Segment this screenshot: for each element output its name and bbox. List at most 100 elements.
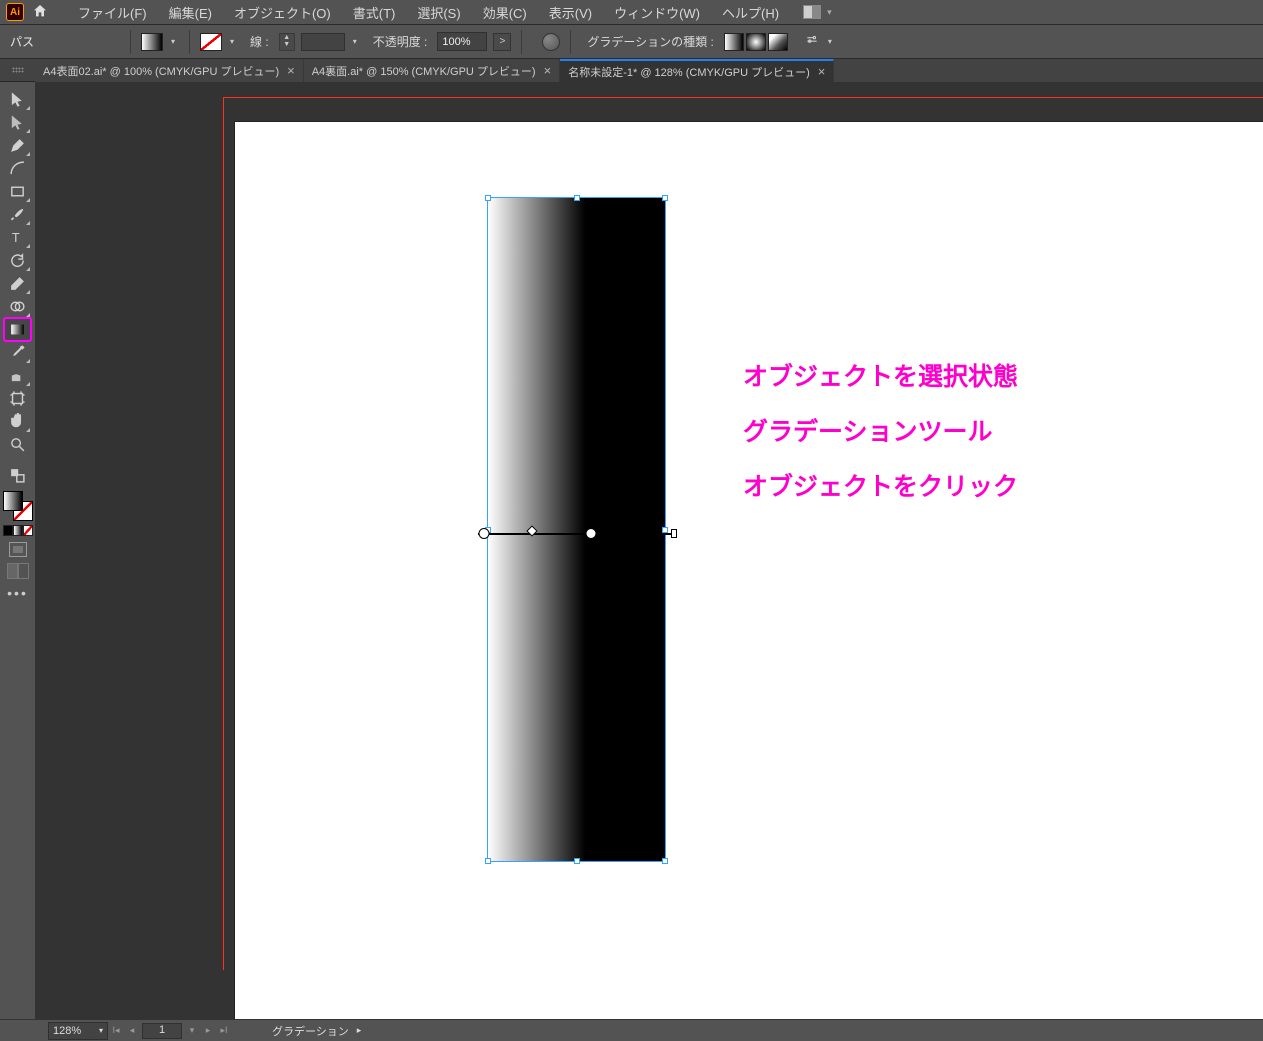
gradient-freeform-button[interactable] — [768, 33, 788, 51]
eyedropper-tool[interactable] — [4, 341, 31, 364]
menu-type[interactable]: 書式(T) — [343, 0, 406, 26]
artboard-number-input[interactable]: 1 — [142, 1023, 182, 1039]
selection-tool[interactable] — [4, 88, 31, 111]
annotation-line: オブジェクトを選択状態 — [743, 350, 1018, 405]
opacity-input[interactable] — [437, 32, 487, 51]
fill-indicator[interactable] — [3, 491, 23, 511]
zoom-select[interactable]: 128% ▾ — [48, 1022, 108, 1040]
control-bar: パス ▾ ▾ 線 : ▲▼ ▾ 不透明度 : > グラデーションの種類 : ▾ — [0, 25, 1263, 59]
color-mode-row — [3, 525, 33, 536]
gradient-linear-button[interactable] — [724, 33, 744, 51]
edit-gradient-icon[interactable] — [804, 33, 820, 50]
direct-selection-tool[interactable] — [4, 111, 31, 134]
color-none-button[interactable] — [23, 525, 33, 536]
stroke-weight-label: 線 : — [250, 33, 269, 50]
opacity-dropdown[interactable]: > — [493, 33, 511, 51]
selection-handle[interactable] — [574, 195, 580, 201]
stroke-swatch[interactable] — [200, 33, 222, 51]
menu-effect[interactable]: 効果(C) — [473, 0, 537, 26]
doc-tab-1[interactable]: A4裏面.ai* @ 150% (CMYK/GPU プレビュー) × — [304, 59, 560, 82]
artboard — [235, 122, 1263, 1019]
toolbar-grip-top[interactable] — [0, 59, 35, 81]
workspace-dropdown-arrow[interactable]: ▾ — [827, 7, 832, 18]
artboard-last-button[interactable]: ▸I — [216, 1023, 232, 1039]
selection-handle[interactable] — [485, 195, 491, 201]
artboard-first-button[interactable]: I◂ — [108, 1023, 124, 1039]
annotation-line: オブジェクトをクリック — [743, 460, 1018, 515]
gradient-endpoint-handle[interactable] — [671, 529, 677, 538]
close-icon[interactable]: × — [544, 63, 552, 78]
app-logo: Ai — [6, 3, 24, 21]
menu-window[interactable]: ウィンドウ(W) — [604, 0, 710, 26]
stroke-dropdown[interactable]: ▾ — [230, 37, 234, 46]
type-tool[interactable]: T — [4, 226, 31, 249]
menu-view[interactable]: 表示(V) — [539, 0, 602, 26]
opacity-label: 不透明度 : — [373, 33, 428, 50]
close-icon[interactable]: × — [287, 63, 295, 78]
document-tab-row: A4表面02.ai* @ 100% (CMYK/GPU プレビュー) × A4裏… — [0, 59, 1263, 82]
workspace-layout-icon[interactable] — [803, 5, 821, 19]
color-solid-button[interactable] — [3, 525, 13, 536]
selection-handle[interactable] — [485, 858, 491, 864]
gradient-type-group — [724, 33, 788, 51]
color-gradient-button[interactable] — [13, 525, 23, 536]
hand-tool[interactable] — [4, 410, 31, 433]
menu-select[interactable]: 選択(S) — [407, 0, 470, 26]
edit-toolbar-icon[interactable]: ••• — [7, 585, 28, 601]
status-bar: 128% ▾ I◂ ◂ 1 ▾ ▸ ▸I グラデーション ▸ — [0, 1019, 1263, 1041]
fill-stroke-indicator[interactable] — [3, 491, 33, 521]
annotation-overlay: オブジェクトを選択状態 グラデーションツール オブジェクトをクリック — [743, 350, 1018, 515]
stroke-profile-dropdown[interactable]: ▾ — [353, 37, 357, 46]
canvas[interactable]: オブジェクトを選択状態 グラデーションツール オブジェクトをクリック — [35, 82, 1263, 1019]
pen-tool[interactable] — [4, 134, 31, 157]
menu-object[interactable]: オブジェクト(O) — [224, 0, 341, 26]
selection-handle[interactable] — [662, 858, 668, 864]
doc-tab-2[interactable]: 名称未設定-1* @ 128% (CMYK/GPU プレビュー) × — [560, 59, 834, 82]
gradient-radial-button[interactable] — [746, 33, 766, 51]
draw-mode-icon[interactable] — [9, 542, 27, 557]
separator — [130, 30, 131, 54]
gradient-type-label: グラデーションの種類 : — [587, 33, 713, 50]
status-flyout-icon[interactable]: ▸ — [357, 1025, 362, 1036]
current-tool-label: グラデーション — [272, 1023, 349, 1039]
separator — [189, 30, 190, 54]
artboard-tool[interactable] — [4, 387, 31, 410]
doc-tab-label: A4裏面.ai* @ 150% (CMYK/GPU プレビュー) — [312, 63, 536, 79]
eraser-tool[interactable] — [4, 272, 31, 295]
selection-handle[interactable] — [662, 195, 668, 201]
artboard-prev-button[interactable]: ◂ — [124, 1023, 140, 1039]
home-icon[interactable] — [32, 3, 48, 22]
recolor-artwork-icon[interactable] — [542, 33, 560, 51]
stroke-weight-stepper[interactable]: ▲▼ — [279, 33, 295, 51]
gradient-panel-dropdown[interactable]: ▾ — [828, 37, 832, 46]
fill-swatch[interactable] — [141, 33, 163, 51]
gradient-tool[interactable] — [4, 318, 31, 341]
artboard-nav-dropdown[interactable]: ▾ — [184, 1023, 200, 1039]
rotate-tool[interactable] — [4, 249, 31, 272]
toggle-fill-stroke-icon[interactable] — [4, 464, 31, 487]
paintbrush-tool[interactable] — [4, 203, 31, 226]
dropdown-arrow-icon: ▾ — [99, 1026, 103, 1035]
stroke-profile-preview[interactable] — [301, 33, 345, 51]
selection-handle[interactable] — [574, 858, 580, 864]
menu-help[interactable]: ヘルプ(H) — [712, 0, 789, 26]
gradient-line[interactable] — [478, 533, 675, 535]
gradient-start-stop[interactable] — [479, 528, 490, 539]
artboard-next-button[interactable]: ▸ — [200, 1023, 216, 1039]
selection-type-label: パス — [10, 33, 120, 50]
shape-builder-tool[interactable] — [4, 295, 31, 318]
fill-dropdown[interactable]: ▾ — [171, 37, 175, 46]
gradient-annotator[interactable] — [478, 528, 675, 540]
doc-tab-label: A4表面02.ai* @ 100% (CMYK/GPU プレビュー) — [43, 63, 279, 79]
doc-tab-0[interactable]: A4表面02.ai* @ 100% (CMYK/GPU プレビュー) × — [35, 59, 304, 82]
symbol-sprayer-tool[interactable] — [4, 364, 31, 387]
menu-file[interactable]: ファイル(F) — [68, 0, 157, 26]
curvature-tool[interactable] — [4, 157, 31, 180]
close-icon[interactable]: × — [818, 64, 826, 79]
screen-mode-icon[interactable] — [7, 563, 29, 579]
rectangle-tool[interactable] — [4, 180, 31, 203]
zoom-tool[interactable] — [4, 433, 31, 456]
menu-edit[interactable]: 編集(E) — [159, 0, 222, 26]
gradient-end-stop[interactable] — [586, 528, 597, 539]
svg-text:T: T — [12, 230, 20, 245]
